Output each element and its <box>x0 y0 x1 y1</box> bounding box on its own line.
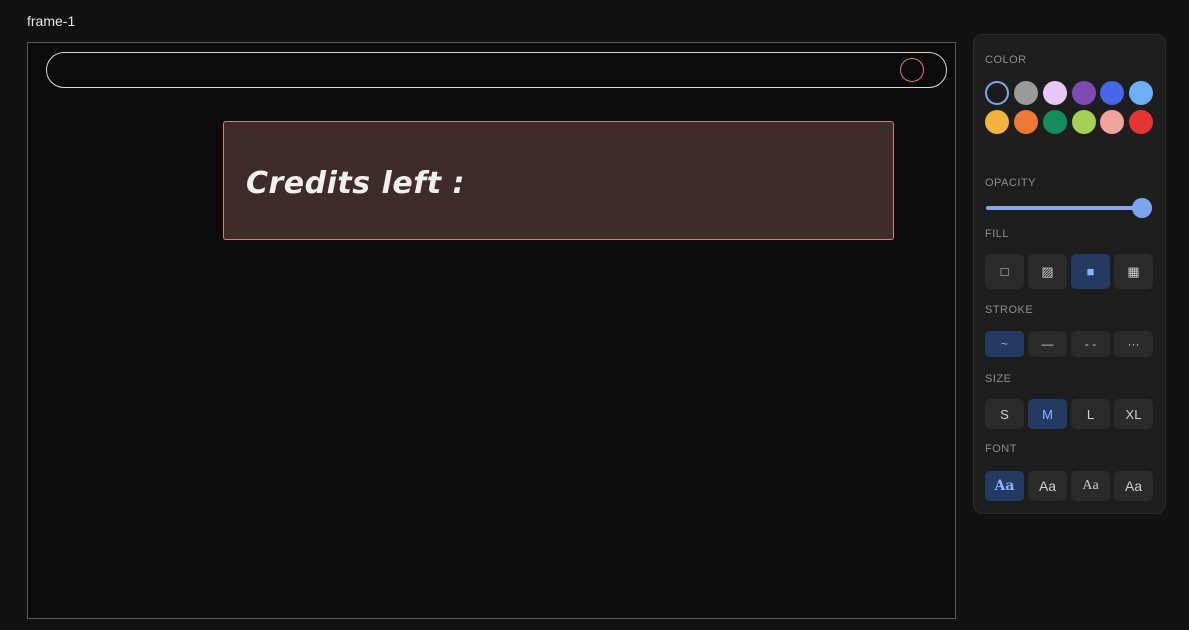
color-swatch[interactable] <box>1129 81 1153 105</box>
stroke-option[interactable]: ··· <box>1114 331 1153 357</box>
stroke-option-label: ~ <box>1000 337 1008 351</box>
color-swatch[interactable] <box>1100 110 1124 134</box>
color-swatch[interactable] <box>985 81 1009 105</box>
fill-option[interactable]: ■ <box>1071 254 1110 289</box>
font-option[interactable]: Aa <box>1114 471 1153 501</box>
color-swatch[interactable] <box>1014 110 1038 134</box>
opacity-section-label: OPACITY <box>985 177 1036 189</box>
font-option[interactable]: Aa <box>1028 471 1067 501</box>
size-option[interactable]: S <box>985 399 1024 429</box>
size-option-label: M <box>1042 406 1053 422</box>
color-swatch[interactable] <box>1072 81 1096 105</box>
fill-option[interactable]: ▨ <box>1028 254 1067 289</box>
color-swatch[interactable] <box>1043 81 1067 105</box>
font-option[interactable]: Aa <box>1071 471 1110 501</box>
size-option[interactable]: XL <box>1114 399 1153 429</box>
font-option-label: Aa <box>1082 478 1099 493</box>
stroke-section-label: STROKE <box>985 304 1034 316</box>
size-option[interactable]: L <box>1071 399 1110 429</box>
size-option-label: XL <box>1125 406 1142 422</box>
color-swatch[interactable] <box>1129 110 1153 134</box>
fill-option-label: ■ <box>1086 264 1095 279</box>
font-option[interactable]: Aa <box>985 471 1024 501</box>
font-option-label: Aa <box>1124 478 1143 494</box>
stroke-option-label: — <box>1041 337 1054 351</box>
size-option[interactable]: M <box>1028 399 1067 429</box>
fill-option-label: ▨ <box>1041 263 1054 279</box>
search-bar-shape[interactable] <box>46 52 947 88</box>
color-swatch[interactable] <box>1014 81 1038 105</box>
color-swatch[interactable] <box>1100 81 1124 105</box>
font-section-label: FONT <box>985 443 1017 455</box>
frame-label: frame-1 <box>27 13 76 29</box>
credits-text[interactable]: Credits left : <box>246 166 465 201</box>
opacity-slider-track[interactable] <box>986 206 1142 210</box>
fill-section-label: FILL <box>985 228 1010 240</box>
color-swatch[interactable] <box>1043 110 1067 134</box>
stroke-option[interactable]: ~ <box>985 331 1024 357</box>
size-option-label: S <box>1000 406 1009 422</box>
search-circle-shape[interactable] <box>900 58 924 82</box>
opacity-slider-thumb[interactable] <box>1132 198 1152 218</box>
fill-option[interactable]: ▦ <box>1114 254 1153 289</box>
stroke-option-label: - - <box>1084 337 1097 351</box>
size-section-label: SIZE <box>985 373 1012 385</box>
stroke-option[interactable]: — <box>1028 331 1067 357</box>
color-swatch[interactable] <box>985 110 1009 134</box>
fill-option[interactable]: □ <box>985 254 1024 289</box>
stroke-option[interactable]: - - <box>1071 331 1110 357</box>
color-swatch[interactable] <box>1072 110 1096 134</box>
fill-option-label: □ <box>1000 264 1009 279</box>
color-section-label: COLOR <box>985 54 1027 66</box>
fill-option-label: ▦ <box>1127 263 1140 279</box>
font-option-label: Aa <box>994 478 1015 494</box>
size-option-label: L <box>1086 406 1095 422</box>
font-option-label: Aa <box>1038 478 1057 494</box>
stroke-option-label: ··· <box>1127 337 1140 351</box>
